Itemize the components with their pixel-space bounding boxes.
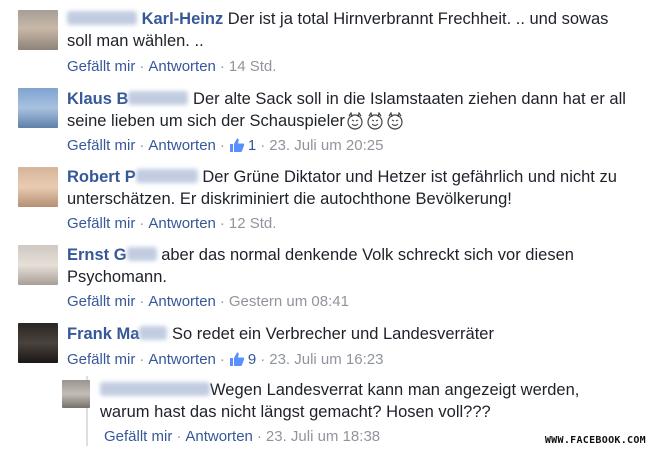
commenter-name[interactable]: Karl-Heinz <box>67 10 223 28</box>
comment-actions: Gefällt mir · Antworten · 9 · 23. Juli um 16:2… <box>67 351 383 372</box>
avatar[interactable] <box>18 88 58 128</box>
avatar[interactable] <box>62 380 90 408</box>
avatar[interactable] <box>18 167 58 207</box>
blurred-name <box>135 169 198 183</box>
reply-link[interactable]: Antworten <box>185 428 253 445</box>
comment-actions: Gefällt mir · Antworten · 23. Juli um 18:38 <box>104 428 381 445</box>
like-link[interactable]: Gefällt mir <box>67 351 135 368</box>
blurred-name <box>139 326 168 340</box>
blurred-name[interactable] <box>100 382 210 396</box>
blurred-name <box>128 91 189 105</box>
comment-text: So redet ein Verbrecher und Landesverrät… <box>172 325 494 343</box>
timestamp[interactable]: Gestern um 08:41 <box>229 293 349 310</box>
reply-link[interactable]: Antworten <box>148 137 216 154</box>
reply-link[interactable]: Antworten <box>148 293 216 310</box>
reply-link[interactable]: Antworten <box>148 215 216 232</box>
comment-actions: Gefällt mir · Antworten · Gestern um 08:41 <box>67 293 349 310</box>
timestamp[interactable]: 23. Juli um 20:25 <box>269 137 383 154</box>
avatar[interactable] <box>18 323 58 363</box>
thumbs-up-icon <box>229 137 245 158</box>
like-link[interactable]: Gefällt mir <box>67 58 135 75</box>
timestamp[interactable]: 23. Juli um 16:23 <box>269 351 383 368</box>
reply-link[interactable]: Antworten <box>148 58 216 75</box>
like-link[interactable]: Gefällt mir <box>104 428 172 445</box>
commenter-name[interactable]: Ernst G <box>67 246 157 264</box>
commenter-name[interactable]: Frank Ma <box>67 325 168 343</box>
comment-actions: Gefällt mir · Antworten · 14 Std. <box>67 58 277 75</box>
like-link[interactable]: Gefällt mir <box>67 215 135 232</box>
like-count[interactable]: 1 <box>229 137 256 154</box>
timestamp[interactable]: 23. Juli um 18:38 <box>266 428 380 445</box>
thumbs-up-icon <box>229 351 245 372</box>
comment-actions: Gefällt mir · Antworten · 12 Std. <box>67 215 277 232</box>
avatar[interactable] <box>18 10 58 50</box>
like-link[interactable]: Gefällt mir <box>67 137 135 154</box>
like-link[interactable]: Gefällt mir <box>67 293 135 310</box>
reply-link[interactable]: Antworten <box>148 351 216 368</box>
timestamp[interactable]: 14 Std. <box>229 58 277 75</box>
watermark: WWW.FACEBOOK.COM <box>544 435 646 446</box>
blurred-name <box>126 247 157 261</box>
timestamp[interactable]: 12 Std. <box>229 215 277 232</box>
devil-emoji-icon <box>346 111 406 136</box>
commenter-name[interactable]: Robert P <box>67 168 198 186</box>
blurred-name <box>67 11 137 25</box>
commenter-name[interactable]: Klaus B <box>67 90 189 108</box>
comment-actions: Gefällt mir · Antworten · 1 · 23. Juli um 20:2… <box>67 137 383 158</box>
like-count[interactable]: 9 <box>229 351 256 368</box>
avatar[interactable] <box>18 245 58 285</box>
